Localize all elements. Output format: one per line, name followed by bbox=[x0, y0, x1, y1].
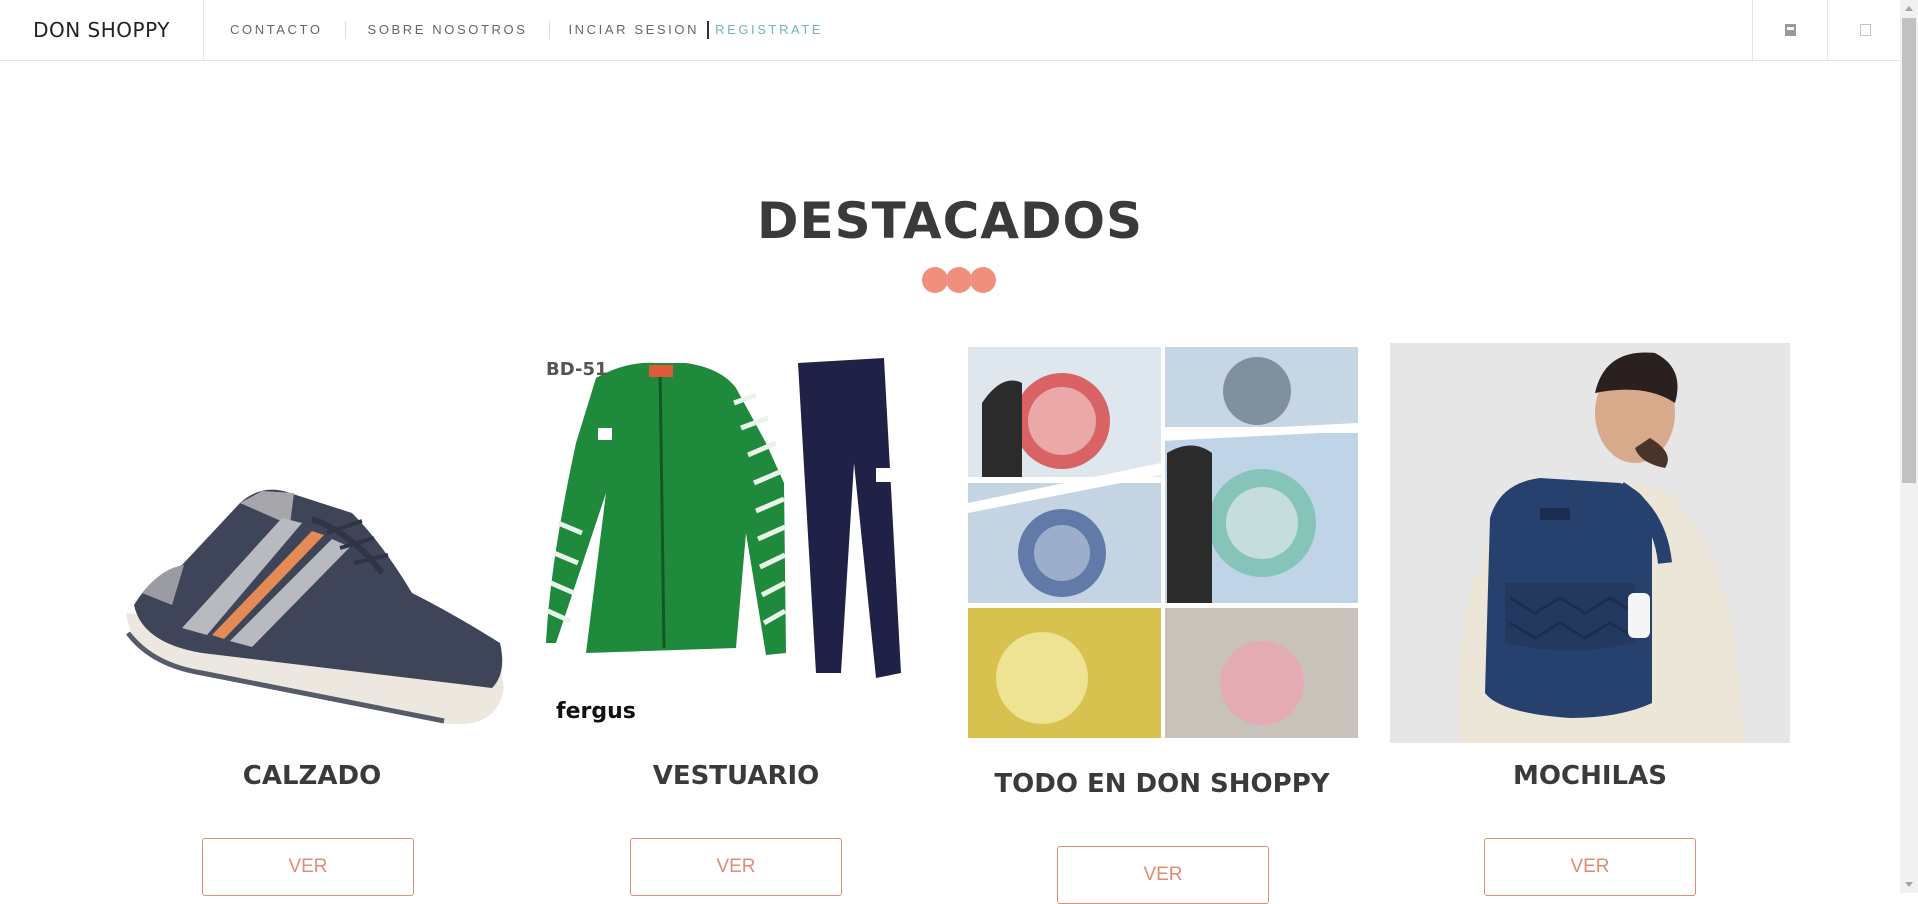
ver-button[interactable]: VER bbox=[630, 838, 842, 896]
scroll-thumb[interactable] bbox=[1902, 18, 1916, 483]
divider-dot bbox=[922, 267, 948, 293]
site-header: DON SHOPPY CONTACTO SOBRE NOSOTROS INCIA… bbox=[0, 0, 1900, 61]
user-button[interactable] bbox=[1752, 0, 1828, 60]
auth-links: INCIAR SESION REGISTRATE bbox=[549, 21, 823, 39]
tracksuit-image[interactable]: BD-51 fergus bbox=[536, 343, 936, 743]
tracksuit-code-text: BD-51 bbox=[546, 359, 608, 380]
vertical-scrollbar[interactable] bbox=[1900, 0, 1918, 893]
nav-sobre-nosotros[interactable]: SOBRE NOSOTROS bbox=[344, 21, 550, 39]
tracksuit-brand-text: fergus bbox=[556, 699, 636, 724]
register-link[interactable]: REGISTRATE bbox=[715, 21, 823, 39]
ver-button[interactable]: VER bbox=[1057, 846, 1269, 904]
section-title: DESTACADOS bbox=[756, 192, 1143, 250]
divider-dot bbox=[970, 267, 996, 293]
card-title: CALZADO bbox=[242, 761, 382, 791]
scroll-down-arrow[interactable] bbox=[1905, 882, 1913, 887]
pet-backpack-collage-image[interactable] bbox=[962, 343, 1362, 743]
login-link[interactable]: INCIAR SESION bbox=[568, 21, 699, 39]
cart-button[interactable] bbox=[1827, 0, 1903, 60]
nav-contacto[interactable]: CONTACTO bbox=[204, 21, 345, 39]
main-nav: CONTACTO SOBRE NOSOTROS INCIAR SESION RE… bbox=[204, 0, 823, 60]
cart-icon bbox=[1860, 24, 1871, 36]
scroll-up-arrow[interactable] bbox=[1905, 6, 1913, 11]
brand-logo[interactable]: DON SHOPPY bbox=[0, 0, 204, 60]
card-title: TODO EN DON SHOPPY bbox=[994, 769, 1330, 799]
divider-dot bbox=[946, 267, 972, 293]
title-divider-dots bbox=[922, 267, 996, 293]
ver-button[interactable]: VER bbox=[1484, 838, 1696, 896]
backpack-model-image[interactable] bbox=[1390, 343, 1790, 743]
card-title: MOCHILAS bbox=[1513, 761, 1667, 791]
auth-separator bbox=[707, 21, 710, 39]
ver-button[interactable]: VER bbox=[202, 838, 414, 896]
user-icon bbox=[1785, 24, 1796, 36]
card-title: VESTUARIO bbox=[652, 761, 820, 791]
sneaker-image[interactable] bbox=[112, 343, 512, 743]
